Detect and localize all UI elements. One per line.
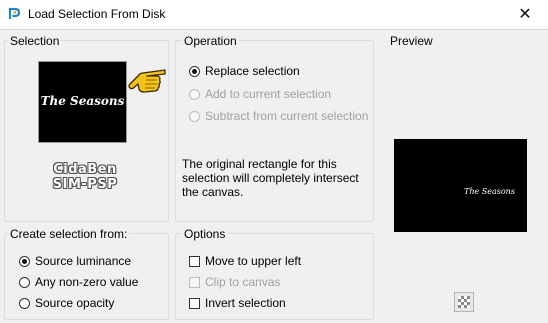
- radio-replace-selection[interactable]: Replace selection: [189, 63, 300, 79]
- options-group-title: Options: [182, 227, 228, 241]
- preview-title: Preview: [388, 34, 435, 48]
- preview-text: The Seasons: [464, 187, 515, 196]
- radio-button[interactable]: [189, 110, 200, 122]
- selection-group-title: Selection: [8, 34, 62, 48]
- radio-label: Source opacity: [35, 296, 115, 310]
- checkerboard-icon: [458, 296, 470, 308]
- operation-description: The original rectangle for this selectio…: [182, 157, 359, 199]
- selection-thumbnail[interactable]: The Seasons: [38, 61, 127, 143]
- radio-label: Source luminance: [35, 254, 132, 268]
- close-button[interactable]: ✕: [502, 0, 548, 29]
- close-icon: ✕: [518, 6, 532, 23]
- radio-button[interactable]: [19, 297, 30, 309]
- operation-group-title: Operation: [182, 34, 239, 48]
- checkbox-label: Clip to canvas: [205, 275, 281, 289]
- radio-label: Any non-zero value: [35, 275, 139, 289]
- radio-label: Replace selection: [205, 64, 300, 78]
- radio-add-to-selection[interactable]: Add to current selection: [189, 86, 331, 102]
- window-title: Load Selection From Disk: [28, 7, 166, 21]
- checkbox-label: Move to upper left: [205, 254, 302, 268]
- radio-source-opacity[interactable]: Source opacity: [19, 295, 114, 311]
- thumbnail-text: The Seasons: [40, 94, 125, 108]
- preview-image: The Seasons: [394, 139, 527, 232]
- radio-button[interactable]: [189, 88, 200, 100]
- radio-button[interactable]: [19, 255, 30, 267]
- checkbox-invert-selection[interactable]: Invert selection: [189, 295, 286, 311]
- watermark-line-1: CidaBen: [53, 162, 117, 177]
- radio-subtract-from-selection[interactable]: Subtract from current selection: [189, 108, 368, 124]
- checkbox-label: Invert selection: [205, 296, 286, 310]
- radio-label: Add to current selection: [205, 87, 332, 101]
- radio-button[interactable]: [189, 65, 200, 77]
- watermark: CidaBen SIM-PSP: [30, 162, 140, 192]
- watermark-line-2: SIM-PSP: [52, 177, 118, 192]
- radio-source-luminance[interactable]: Source luminance: [19, 253, 131, 269]
- checkbox-move-to-upper-left[interactable]: Move to upper left: [189, 253, 301, 269]
- checkbox[interactable]: [189, 276, 200, 288]
- checkbox[interactable]: [189, 297, 200, 309]
- radio-button[interactable]: [19, 276, 30, 288]
- radio-any-non-zero[interactable]: Any non-zero value: [19, 274, 138, 290]
- preview-background-button[interactable]: [454, 292, 474, 312]
- radio-label: Subtract from current selection: [205, 109, 369, 123]
- create-from-group-title: Create selection from:: [8, 227, 130, 241]
- checkbox[interactable]: [189, 255, 200, 267]
- psp-app-icon: [8, 7, 21, 19]
- pointing-hand-icon: [128, 69, 166, 93]
- checkbox-clip-to-canvas[interactable]: Clip to canvas: [189, 274, 280, 290]
- title-bar: Load Selection From Disk ✕: [0, 0, 548, 30]
